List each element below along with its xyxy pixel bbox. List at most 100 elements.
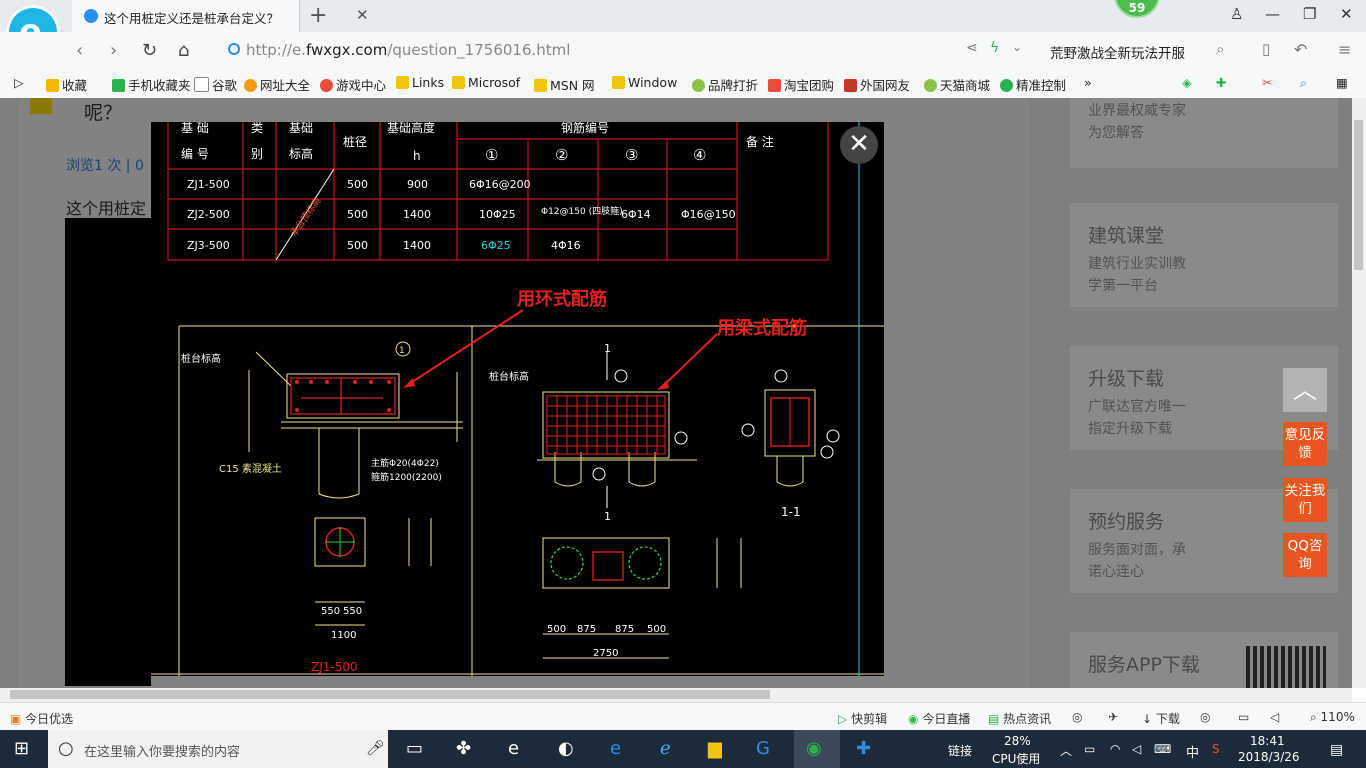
restore-button[interactable]: ❐ [1303, 5, 1316, 23]
bookmark-item[interactable]: MSN 网 [534, 75, 595, 94]
bookmark-item[interactable]: 品牌打折 [692, 75, 758, 94]
home-button[interactable]: ⌂ [178, 40, 189, 61]
window-icon[interactable]: ▭ [1238, 710, 1249, 724]
taskbar-search[interactable]: ○ 在这里输入你要搜索的内容 🎤︎ [48, 730, 388, 768]
back-to-top-button[interactable]: ︿ [1283, 368, 1327, 412]
links-label[interactable]: 链接 [948, 742, 972, 759]
folder-icon [396, 76, 409, 89]
cut-icon[interactable]: ✂ [1262, 75, 1272, 90]
bookmark-item[interactable]: 谷歌 [194, 75, 237, 94]
sogou-icon[interactable]: S [1212, 742, 1220, 756]
app-edge-icon[interactable]: e [610, 738, 621, 759]
dropdown-icon[interactable]: ⌄ [1012, 40, 1022, 54]
daily-picks[interactable]: ▣ 今日优选 [10, 710, 73, 727]
bookmark-item[interactable]: Microsof [452, 75, 520, 90]
app-explorer-icon[interactable]: ▆ [708, 738, 722, 759]
browser-tab[interactable]: 这个用桩定义还是桩承台定义？如 ✕ [72, 0, 369, 32]
clock-date[interactable]: 2018/3/26 [1238, 750, 1300, 764]
row-zj1-id: ZJ1-500 [187, 178, 230, 191]
battery-icon[interactable]: ▭ [1084, 742, 1095, 756]
ime-indicator[interactable]: 中 [1186, 742, 1199, 761]
search-icon[interactable]: ⌕ [1216, 40, 1224, 58]
mobile-icon[interactable]: ▯ [1262, 40, 1270, 58]
bookmark-item[interactable]: 游戏中心 [320, 75, 386, 94]
site-favicon-icon [84, 9, 98, 23]
rebar-num-4: ④ [693, 146, 706, 164]
app-swirl-icon[interactable]: ◐ [558, 738, 574, 759]
clock-time[interactable]: 18:41 [1250, 734, 1285, 748]
shield-icon[interactable]: ◈ [1182, 75, 1192, 90]
app-g-icon[interactable]: G [756, 738, 770, 759]
share-icon[interactable]: ⋖ [966, 40, 978, 56]
close-window-button[interactable]: ✕ [1340, 5, 1353, 23]
windows-start-icon[interactable]: ⊞ [14, 738, 29, 759]
bookmark-item[interactable]: Window [612, 75, 677, 90]
app-fan-icon[interactable]: ✤ [456, 738, 471, 759]
lightning-icon[interactable]: ϟ [990, 40, 999, 56]
dim-875-b: 875 [615, 624, 634, 635]
horizontal-scrollbar-thumb[interactable] [10, 690, 770, 699]
c15-label: C15 素混凝土 [219, 462, 282, 475]
task-view-icon[interactable]: ▭ [406, 738, 423, 759]
magnifier-icon[interactable]: ⌕ [1300, 75, 1307, 91]
menu-icon[interactable]: ≡ [1338, 40, 1351, 59]
forward-button[interactable]: › [110, 40, 117, 61]
app-browser-e-icon[interactable]: e [508, 738, 519, 759]
promo-text[interactable]: 荒野激战全新玩法开服 [1050, 42, 1185, 62]
bookmark-item[interactable]: Links [396, 75, 444, 90]
keyboard-icon[interactable]: ⌨ [1154, 742, 1171, 756]
th-type: 类 [251, 122, 263, 135]
tray-expand-icon[interactable]: ︿ [1060, 742, 1072, 759]
course-card[interactable]: 建筑课堂 建筑行业实训教 学第一平台 [1070, 203, 1338, 307]
app-download-card[interactable]: 服务APP下载 [1070, 632, 1338, 688]
expert-card[interactable]: 业界最权威专家 为您解答 [1070, 98, 1338, 168]
more-bookmarks-icon[interactable]: » [1084, 75, 1092, 90]
app-360-browser-icon[interactable]: ◉ [806, 738, 822, 759]
undo-icon[interactable]: ↶ [1294, 40, 1307, 59]
status-item-news[interactable]: ▤ 热点资讯 [988, 710, 1051, 727]
status-item-live[interactable]: ◉ 今日直播 [908, 710, 970, 727]
close-viewer-button[interactable]: ✕ [840, 126, 878, 164]
pin-icon[interactable]: ✈ [1108, 710, 1118, 724]
bookmark-item[interactable]: 手机收藏夹 [112, 75, 191, 94]
bookmark-item[interactable]: 淘宝团购 [768, 75, 834, 94]
tools-icon[interactable]: ◎ [1200, 710, 1210, 724]
scrollbar-thumb[interactable] [1354, 120, 1363, 270]
close-tab-icon[interactable]: ✕ [356, 6, 369, 24]
bookmark-item[interactable]: 天猫商城 [924, 75, 990, 94]
follow-us-button[interactable]: 关注我们 [1283, 478, 1327, 522]
minimize-button[interactable]: — [1265, 5, 1280, 23]
notification-badge[interactable]: 59 [1114, 0, 1160, 18]
feedback-button[interactable]: 意见反馈 [1283, 422, 1327, 466]
new-tab-button[interactable]: + [309, 3, 327, 28]
notification-center-icon[interactable]: ▤ [1330, 742, 1343, 758]
extension-icon[interactable]: ✚ [1216, 75, 1226, 90]
image-viewer: 承台顶标高 基 础 编 号 类 别 基础 标高 桩径 基础高度 h 钢筋编号 备… [151, 116, 884, 676]
qq-consult-button[interactable]: QQ咨询 [1283, 533, 1327, 577]
status-item-quickcut[interactable]: ▷ 快剪辑 [838, 710, 887, 727]
microphone-icon[interactable]: 🎤︎ [366, 739, 385, 757]
volume-icon[interactable]: ◁ [1132, 742, 1141, 756]
speed-icon[interactable]: ◎ [1072, 710, 1082, 724]
back-button[interactable]: ‹ [76, 40, 83, 61]
apps-grid-icon[interactable]: ▦ [1336, 75, 1348, 90]
bookmark-item[interactable]: 网址大全 [244, 75, 310, 94]
bookmark-item[interactable]: 外国网友 [844, 75, 910, 94]
app-ie-icon[interactable]: ℯ [660, 738, 671, 759]
bookmark-item[interactable]: 精准控制 [1000, 75, 1066, 94]
status-item-download[interactable]: ↓ 下载 [1142, 710, 1180, 727]
wifi-icon[interactable]: ◠ [1110, 742, 1120, 756]
sound-icon[interactable]: ◁ [1270, 710, 1279, 724]
app-plus-icon[interactable]: ✚ [856, 738, 871, 759]
refresh-button[interactable]: ↻ [142, 40, 157, 61]
thumbnail-image [65, 218, 151, 686]
skin-icon[interactable]: ♙ [1230, 5, 1243, 23]
pile-length-note: 箍筋1200(2200) [371, 471, 442, 483]
row-zj3-r2: 4Φ16 [551, 239, 581, 252]
sidebar-toggle-icon[interactable]: ▷ [14, 75, 24, 90]
th-type-2: 别 [251, 147, 263, 161]
url-field[interactable]: http://e.fwxgx.com/question_1756016.html [246, 41, 570, 59]
zoom-level[interactable]: ⌕ 110% [1310, 710, 1355, 725]
section-mark-bottom: 1 [604, 510, 611, 523]
bookmark-item[interactable]: 收藏 [46, 75, 87, 94]
